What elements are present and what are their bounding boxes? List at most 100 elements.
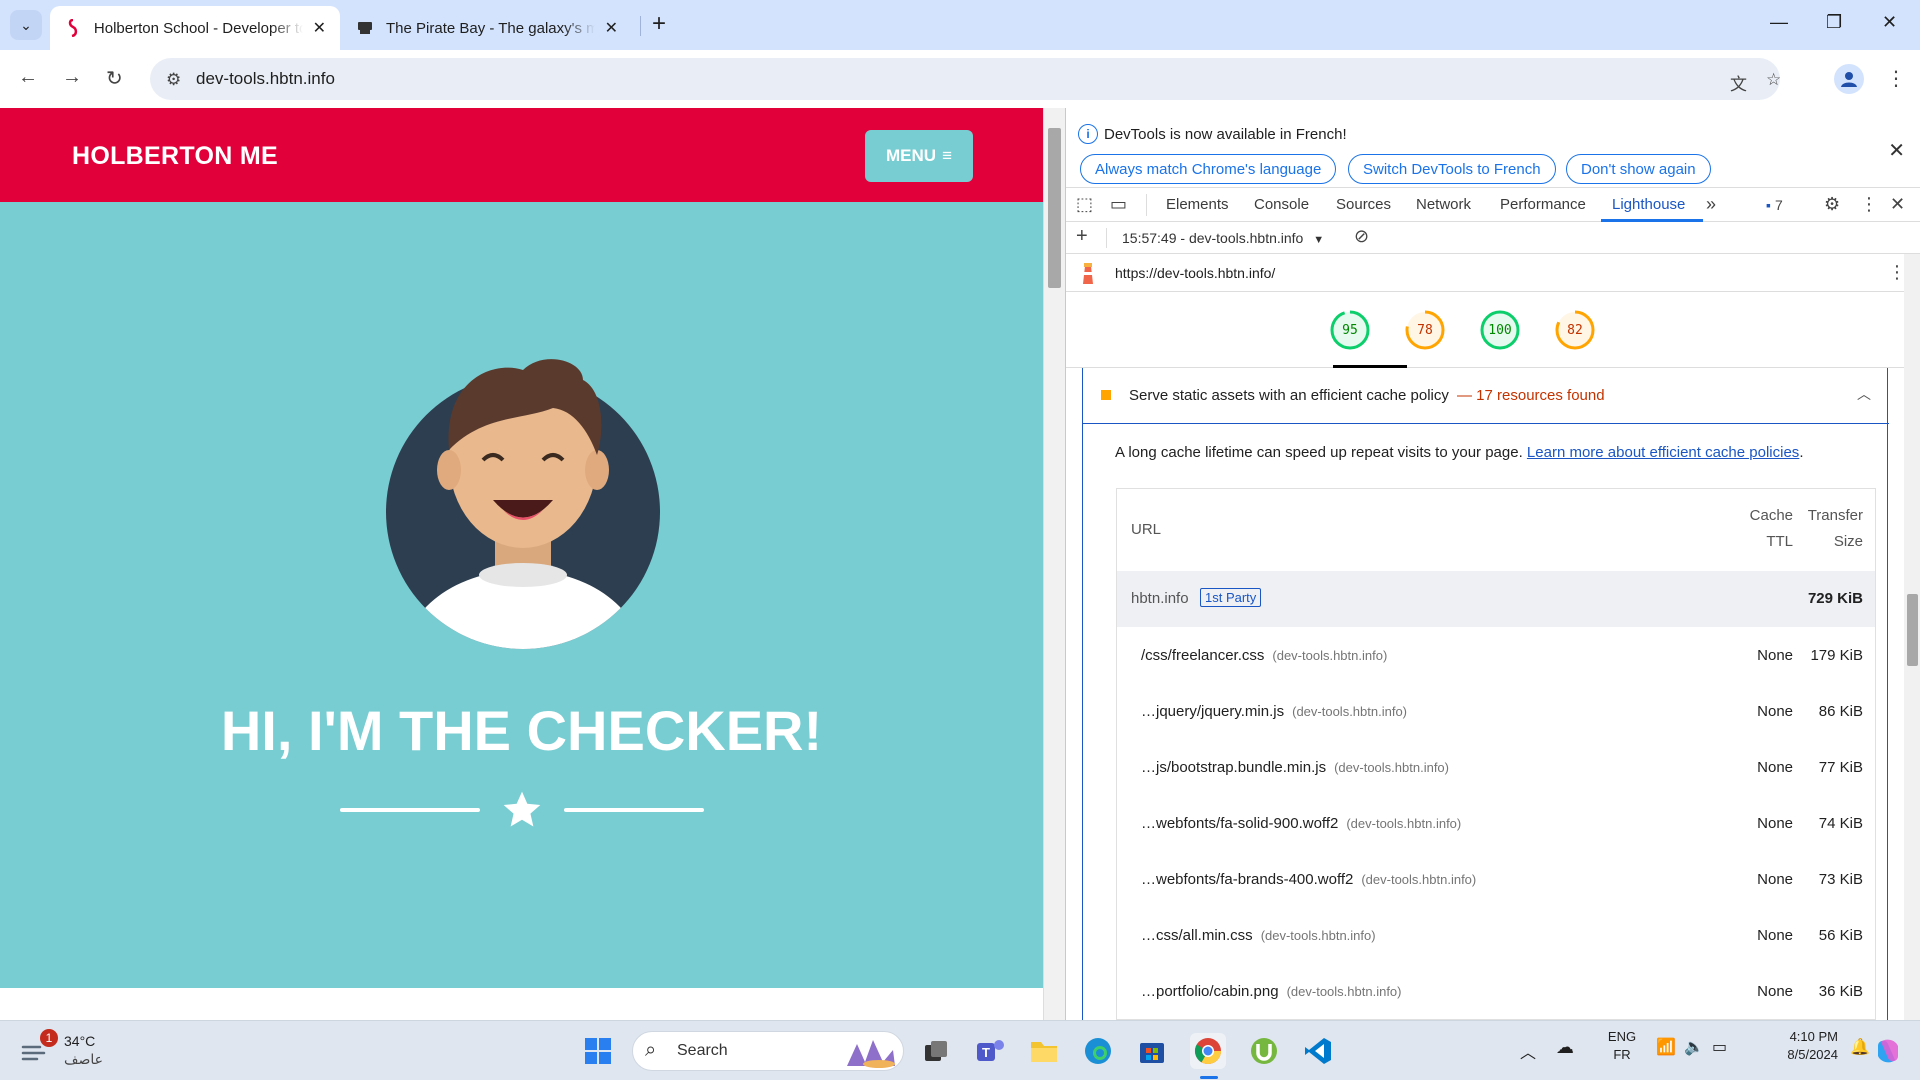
match-language-button[interactable]: Always match Chrome's language (1080, 154, 1337, 184)
tab-sources[interactable]: Sources (1336, 196, 1391, 213)
tab-network[interactable]: Network (1416, 196, 1471, 213)
battery-icon[interactable]: ▭ (1712, 1037, 1727, 1057)
tab-lighthouse[interactable]: Lighthouse (1612, 196, 1685, 213)
translate-icon[interactable]: 文 (1730, 70, 1747, 95)
resource-url[interactable]: …webfonts/fa-brands-400.woff2 (dev-tools.… (1141, 871, 1476, 888)
new-tab-button[interactable]: + (652, 10, 666, 38)
kebab-menu-icon[interactable]: ⋮ (1886, 66, 1906, 91)
volume-icon[interactable]: 🔈 (1684, 1037, 1704, 1057)
score-value: 100 (1488, 322, 1512, 338)
close-devtools-icon[interactable]: ✕ (1890, 194, 1905, 215)
scrollbar-thumb[interactable] (1048, 128, 1061, 288)
lighthouse-logo-icon (1083, 263, 1093, 284)
wifi-icon[interactable]: 📶 (1656, 1037, 1676, 1057)
devtools-menu-icon[interactable]: ⋮ (1860, 194, 1878, 215)
file-explorer-icon[interactable] (1026, 1033, 1062, 1069)
col-url: URL (1131, 521, 1162, 538)
hero-title: HI, I'M THE CHECKER! (220, 699, 823, 762)
close-tab-icon[interactable]: ✕ (605, 18, 618, 38)
onedrive-cloud-icon[interactable]: ☁ (1556, 1037, 1574, 1058)
close-tab-icon[interactable]: ✕ (313, 18, 326, 38)
hamburger-icon: ≡ (942, 146, 952, 165)
show-hidden-icons-chevron-icon[interactable]: ︿ (1520, 1039, 1536, 1063)
score-gauge[interactable]: 100 (1479, 309, 1521, 351)
teams-icon[interactable]: T (972, 1033, 1008, 1069)
score-gauge[interactable]: 82 (1554, 309, 1596, 351)
more-tabs-icon[interactable]: » (1706, 194, 1716, 215)
transfer-size: 56 KiB (1818, 927, 1863, 944)
entity-name: hbtn.info (1131, 590, 1189, 607)
lang-secondary: FR (1613, 1047, 1631, 1062)
scrollbar-thumb[interactable] (1907, 594, 1918, 666)
tab-strip: ⌄ Holberton School - Developer tools ✕ T… (0, 0, 1920, 50)
forward-arrow-icon[interactable]: → (62, 66, 82, 89)
dont-show-button[interactable]: Don't show again (1566, 154, 1711, 184)
clock[interactable]: 4:10 PM 8/5/2024 (1752, 1029, 1838, 1062)
web-page: HOLBERTON ME MENU ≡ HI, I'M THE CHECKER! (0, 108, 1043, 1020)
score-value: 95 (1342, 322, 1358, 338)
bookmark-star-icon[interactable]: ☆ (1766, 70, 1781, 90)
devtools-scrollbar[interactable] (1904, 254, 1920, 1020)
tab-search-button[interactable]: ⌄ (10, 10, 42, 40)
report-selector[interactable]: 15:57:49 - dev-tools.hbtn.info ▼ (1122, 230, 1324, 246)
new-report-icon[interactable]: + (1076, 225, 1088, 248)
resource-url[interactable]: …webfonts/fa-solid-900.woff2 (dev-tools.h… (1141, 815, 1461, 832)
tab-holberton[interactable]: Holberton School - Developer tools ✕ (50, 6, 340, 50)
settings-gear-icon[interactable]: ⚙ (1824, 194, 1840, 215)
address-url[interactable]: dev-tools.hbtn.info (196, 69, 335, 89)
ship-favicon-icon (356, 19, 374, 37)
copilot-icon[interactable] (1870, 1033, 1906, 1069)
score-gauge[interactable]: 95 (1329, 309, 1371, 351)
audit-header[interactable]: Serve static assets with an efficient ca… (1083, 368, 1889, 424)
issues-badge[interactable]: ▪ 7 (1766, 197, 1783, 213)
inspect-element-icon[interactable]: ⬚ (1076, 194, 1093, 215)
reload-icon[interactable]: ↻ (106, 66, 123, 91)
learn-more-link[interactable]: Learn more about efficient cache policie… (1527, 444, 1799, 461)
task-view-icon[interactable] (918, 1033, 954, 1069)
input-language[interactable]: ENG FR (1602, 1029, 1642, 1062)
tab-performance[interactable]: Performance (1500, 196, 1586, 213)
tab-elements[interactable]: Elements (1166, 196, 1229, 213)
chrome-icon[interactable] (1190, 1033, 1226, 1069)
device-toolbar-icon[interactable]: ▭ (1110, 194, 1127, 215)
resource-url[interactable]: …portfolio/cabin.png (dev-tools.hbtn.info… (1141, 983, 1402, 1000)
back-arrow-icon[interactable]: ← (18, 66, 38, 89)
resource-url[interactable]: /css/freelancer.css (dev-tools.hbtn.info) (1141, 647, 1387, 664)
score-gauge[interactable]: 78 (1404, 309, 1446, 351)
address-bar[interactable]: ⚙ dev-tools.hbtn.info 文 ☆ (150, 58, 1781, 100)
resource-url[interactable]: …js/bootstrap.bundle.min.js (dev-tools.hb… (1141, 759, 1449, 776)
collapse-chevron-icon[interactable]: ︿ (1857, 384, 1871, 404)
info-icon: i (1078, 124, 1098, 144)
infobar-close-icon[interactable]: ✕ (1888, 138, 1905, 163)
audit-summary: — 17 resources found (1457, 387, 1605, 404)
weather-widget[interactable]: 1 34°C عاصف (20, 1029, 160, 1071)
infobar-message: DevTools is now available in French! (1104, 126, 1347, 143)
site-info-icon[interactable]: ⚙ (166, 70, 181, 90)
switch-french-button[interactable]: Switch DevTools to French (1348, 154, 1556, 184)
resource-path: …webfonts/fa-solid-900.woff2 (1141, 815, 1339, 832)
first-party-badge: 1st Party (1200, 588, 1262, 607)
utorrent-icon[interactable] (1246, 1033, 1282, 1069)
divider-line-right (564, 808, 704, 812)
tab-console[interactable]: Console (1254, 196, 1309, 213)
minimize-icon[interactable]: — (1770, 12, 1788, 33)
windows-start-icon[interactable] (580, 1033, 616, 1069)
site-brand[interactable]: HOLBERTON ME (72, 142, 278, 171)
window-close-icon[interactable]: ✕ (1882, 12, 1897, 33)
clear-reports-icon[interactable]: ⊘ (1354, 226, 1369, 247)
page-scrollbar[interactable] (1043, 108, 1065, 1020)
resource-url[interactable]: …css/all.min.css (dev-tools.hbtn.info) (1141, 927, 1376, 944)
microsoft-store-icon[interactable] (1134, 1033, 1170, 1069)
taskbar-search[interactable]: ⌕ Search (632, 1031, 904, 1071)
active-app-indicator (1200, 1076, 1218, 1079)
tab-piratebay[interactable]: The Pirate Bay - The galaxy's most resil… (342, 6, 632, 50)
divider-line-left (340, 808, 480, 812)
edge-icon[interactable] (1080, 1033, 1116, 1069)
vscode-icon[interactable] (1300, 1033, 1336, 1069)
notification-bell-icon[interactable]: 🔔 (1850, 1037, 1870, 1057)
menu-button[interactable]: MENU ≡ (865, 130, 973, 182)
restore-icon[interactable]: ❐ (1826, 12, 1842, 33)
resource-url[interactable]: …jquery/jquery.min.js (dev-tools.hbtn.inf… (1141, 703, 1407, 720)
profile-avatar[interactable] (1834, 64, 1864, 94)
audit-description-text: A long cache lifetime can speed up repea… (1115, 444, 1523, 461)
